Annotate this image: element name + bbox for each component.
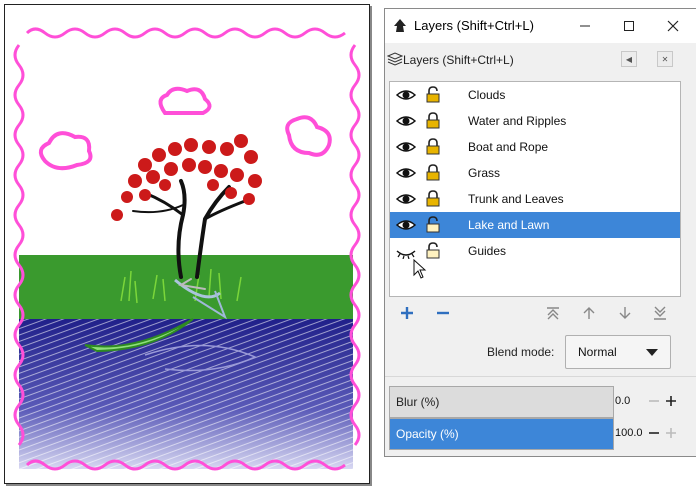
layer-row-grass[interactable]: Grass <box>390 160 680 186</box>
minimize-button[interactable] <box>563 9 607 43</box>
minus-icon <box>437 311 449 315</box>
layer-row-trunk-and-leaves[interactable]: Trunk and Leaves <box>390 186 680 212</box>
layer-name[interactable]: Clouds <box>468 88 505 102</box>
layer-name[interactable]: Boat and Rope <box>468 140 548 154</box>
minus-icon <box>649 432 659 434</box>
raise-to-top-icon <box>547 307 559 320</box>
opacity-slider[interactable]: Opacity (%) <box>389 418 614 450</box>
padlock-icon[interactable] <box>426 86 440 103</box>
opacity-decrement-button[interactable] <box>647 426 661 440</box>
padlock-icon[interactable] <box>426 242 440 259</box>
lower-layer-button[interactable] <box>614 302 636 324</box>
drawing-page[interactable] <box>4 4 370 484</box>
dock-iconify-button[interactable]: ◀ <box>621 51 637 67</box>
layer-list[interactable]: Clouds Water and Ripples Boat and Rope G… <box>389 81 681 297</box>
plus-icon <box>401 307 413 319</box>
layer-row-lake-and-lawn[interactable]: Lake and Lawn <box>390 212 680 238</box>
raise-icon <box>583 307 595 319</box>
water-layer <box>19 319 353 469</box>
padlock-icon[interactable] <box>426 216 440 233</box>
drawing-canvas[interactable] <box>0 0 384 489</box>
blend-mode-value: Normal <box>578 345 617 359</box>
blur-decrement-button[interactable] <box>647 394 661 408</box>
blur-label: Blur (%) <box>396 395 440 409</box>
title-bar[interactable]: Layers (Shift+Ctrl+L) <box>385 9 696 43</box>
layer-row-boat-and-rope[interactable]: Boat and Rope <box>390 134 680 160</box>
minimize-icon <box>580 25 590 27</box>
layer-row-guides[interactable]: Guides <box>390 238 680 264</box>
blur-slider[interactable]: Blur (%) <box>389 386 614 418</box>
blend-mode-select[interactable]: Normal <box>565 335 671 369</box>
layer-row-clouds[interactable]: Clouds <box>390 82 680 108</box>
chevron-down-icon <box>646 349 658 356</box>
remove-layer-button[interactable] <box>432 302 454 324</box>
eye-icon[interactable] <box>396 165 416 181</box>
raise-to-top-button[interactable] <box>542 302 564 324</box>
mouse-pointer-icon <box>413 259 427 279</box>
opacity-label: Opacity (%) <box>396 427 459 441</box>
dock-left-arrow-icon: ◀ <box>625 54 633 64</box>
eye-icon[interactable] <box>396 217 416 233</box>
eye-closed-icon[interactable] <box>396 243 416 259</box>
plus-icon <box>666 396 676 406</box>
layer-name[interactable]: Water and Ripples <box>468 114 566 128</box>
layer-name[interactable]: Lake and Lawn <box>468 218 549 232</box>
artwork <box>13 27 361 471</box>
layer-name[interactable]: Guides <box>468 244 506 258</box>
padlock-icon[interactable] <box>426 190 440 207</box>
eye-icon[interactable] <box>396 191 416 207</box>
layer-name[interactable]: Grass <box>468 166 500 180</box>
dock-close-button[interactable]: ✕ <box>657 51 673 67</box>
window-title: Layers (Shift+Ctrl+L) <box>414 18 534 33</box>
padlock-icon[interactable] <box>426 164 440 181</box>
divider <box>385 376 696 377</box>
plus-icon <box>666 428 676 438</box>
add-layer-button[interactable] <box>396 302 418 324</box>
lower-to-bottom-button[interactable] <box>649 302 671 324</box>
opacity-value[interactable]: 100.0 <box>615 427 643 439</box>
layers-icon <box>387 52 403 66</box>
opacity-increment-button[interactable] <box>664 426 678 440</box>
clouds <box>38 86 332 171</box>
blend-mode-label: Blend mode: <box>487 345 555 359</box>
dock-title: Layers (Shift+Ctrl+L) <box>403 53 514 67</box>
blur-value[interactable]: 0.0 <box>615 395 630 407</box>
layer-row-water-and-ripples[interactable]: Water and Ripples <box>390 108 680 134</box>
raise-layer-button[interactable] <box>578 302 600 324</box>
eye-icon[interactable] <box>396 87 416 103</box>
tree-leaves <box>111 134 262 221</box>
close-icon <box>667 20 679 32</box>
inkscape-icon <box>394 19 406 32</box>
blur-increment-button[interactable] <box>664 394 678 408</box>
minus-icon <box>649 400 659 402</box>
eye-icon[interactable] <box>396 113 416 129</box>
padlock-icon[interactable] <box>426 112 440 129</box>
dock-header: Layers (Shift+Ctrl+L) ◀ ✕ <box>385 47 696 73</box>
padlock-icon[interactable] <box>426 138 440 155</box>
maximize-icon <box>624 21 634 31</box>
maximize-button[interactable] <box>607 9 651 43</box>
lower-icon <box>619 307 631 319</box>
lower-to-bottom-icon <box>654 306 666 320</box>
eye-icon[interactable] <box>396 139 416 155</box>
layer-name[interactable]: Trunk and Leaves <box>468 192 564 206</box>
close-button[interactable] <box>651 9 695 43</box>
layers-dialog: Layers (Shift+Ctrl+L) Layers (Shift+Ctrl… <box>384 8 696 457</box>
dock-close-icon: ✕ <box>661 54 669 64</box>
